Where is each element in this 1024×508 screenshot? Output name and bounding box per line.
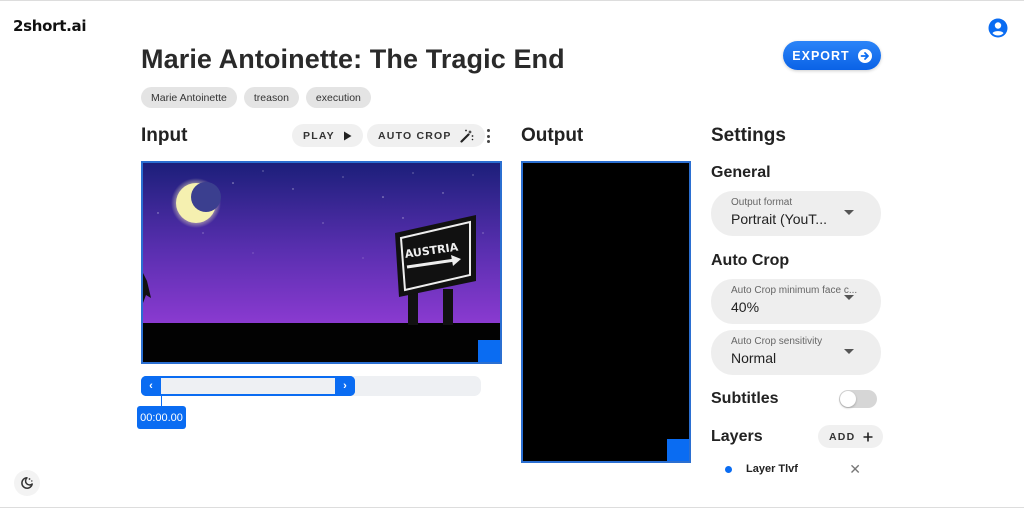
min-face-size-label: Auto Crop minimum face c... xyxy=(731,285,858,296)
magic-wand-icon xyxy=(460,129,474,143)
playhead-line[interactable] xyxy=(161,394,162,406)
layer-name: Layer Tlvf xyxy=(746,463,798,475)
play-icon xyxy=(343,131,352,140)
sensitivity-value: Normal xyxy=(731,350,777,366)
chevron-left-icon: ‹ xyxy=(149,380,153,392)
layer-list-item[interactable]: Layer Tlvf ✕ xyxy=(711,459,881,479)
output-resize-handle[interactable] xyxy=(667,439,689,461)
output-format-select[interactable]: Output format Portrait (YouT... xyxy=(711,191,881,236)
output-format-value: Portrait (YouT... xyxy=(731,211,827,227)
sensitivity-label: Auto Crop sensitivity xyxy=(731,336,823,347)
tag-chip[interactable]: treason xyxy=(243,87,299,108)
sensitivity-select[interactable]: Auto Crop sensitivity Normal xyxy=(711,330,881,375)
subtitles-title: Subtitles xyxy=(711,390,779,407)
range-end-handle[interactable]: › xyxy=(335,376,355,396)
crop-resize-handle[interactable] xyxy=(478,340,500,362)
add-layer-label: ADD xyxy=(829,430,856,443)
page-title: Marie Antoinette: The Tragic End xyxy=(141,44,565,74)
caret-down-icon xyxy=(844,210,854,215)
tag-chip[interactable]: execution xyxy=(305,87,371,108)
arrow-right-circle-icon xyxy=(857,48,872,63)
input-title: Input xyxy=(141,125,188,146)
export-button[interactable]: EXPORT xyxy=(783,41,881,70)
auto-crop-title: Auto Crop xyxy=(711,252,790,269)
add-layer-button[interactable]: ADD xyxy=(818,425,884,448)
play-button[interactable]: PLAY xyxy=(292,124,363,147)
min-face-size-value: 40% xyxy=(731,299,760,315)
tag-list: Marie Antoinette treason execution xyxy=(141,87,371,108)
layer-color-dot xyxy=(725,465,732,473)
toggle-knob xyxy=(840,391,856,407)
play-button-label: PLAY xyxy=(303,129,335,142)
general-title: General xyxy=(711,164,771,181)
subtitles-toggle[interactable] xyxy=(839,390,877,408)
range-start-handle[interactable]: ‹ xyxy=(141,376,161,396)
layers-title: Layers xyxy=(711,428,763,445)
current-time-badge: 00:00.00 xyxy=(137,406,186,429)
min-face-size-select[interactable]: Auto Crop minimum face c... 40% xyxy=(711,279,881,324)
tag-chip[interactable]: Marie Antoinette xyxy=(141,87,237,108)
account-icon[interactable] xyxy=(988,18,1008,38)
chevron-right-icon: › xyxy=(343,380,347,392)
input-video-preview[interactable]: AUSTRIA xyxy=(141,161,502,364)
close-icon[interactable]: ✕ xyxy=(849,461,861,478)
video-frame: AUSTRIA xyxy=(143,163,500,362)
plus-icon xyxy=(863,432,873,441)
caret-down-icon xyxy=(844,295,854,300)
output-video-preview[interactable] xyxy=(521,161,691,463)
more-vert-icon[interactable] xyxy=(482,127,494,145)
timeline-range-selection[interactable]: ‹ › xyxy=(141,376,355,396)
auto-crop-button-label: AUTO CROP xyxy=(378,129,452,142)
output-format-label: Output format xyxy=(731,197,793,208)
export-button-label: EXPORT xyxy=(792,48,850,63)
auto-crop-button[interactable]: AUTO CROP xyxy=(367,124,485,147)
dark-mode-icon xyxy=(21,477,33,489)
app-logo[interactable]: 2short.ai xyxy=(13,17,86,35)
output-title: Output xyxy=(521,125,584,146)
settings-title: Settings xyxy=(711,125,786,146)
theme-toggle-button[interactable] xyxy=(14,470,40,496)
caret-down-icon xyxy=(844,349,854,354)
